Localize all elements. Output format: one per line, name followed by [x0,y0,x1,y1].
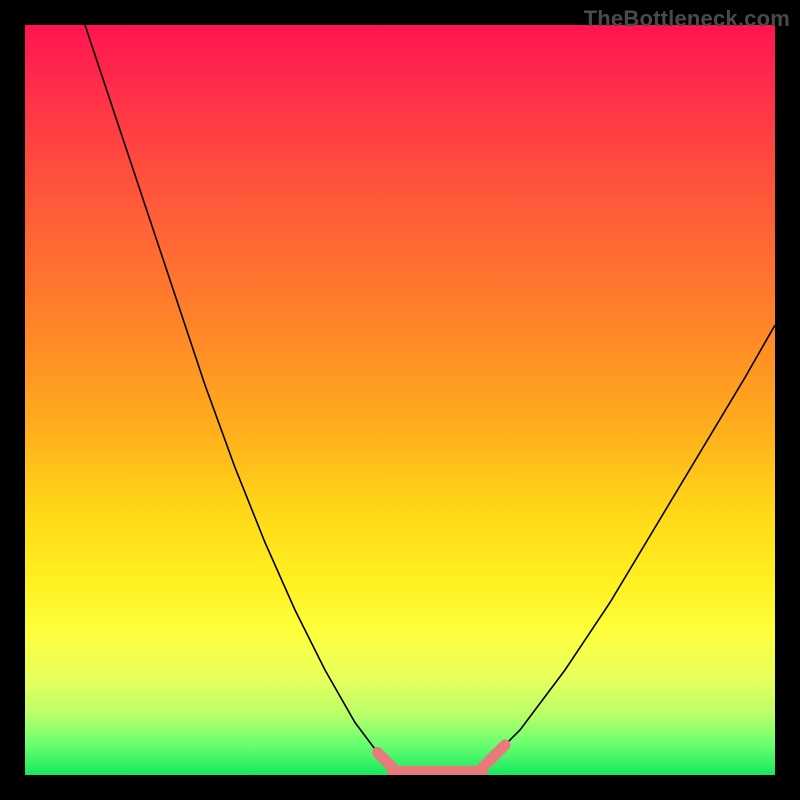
right-curve [483,325,776,768]
left-curve [85,25,393,768]
chart-frame: TheBottleneck.com [0,0,800,800]
left-marker [378,753,393,768]
plot-area [25,25,775,775]
curve-svg [25,25,775,775]
right-marker [483,745,506,768]
watermark: TheBottleneck.com [584,6,790,32]
